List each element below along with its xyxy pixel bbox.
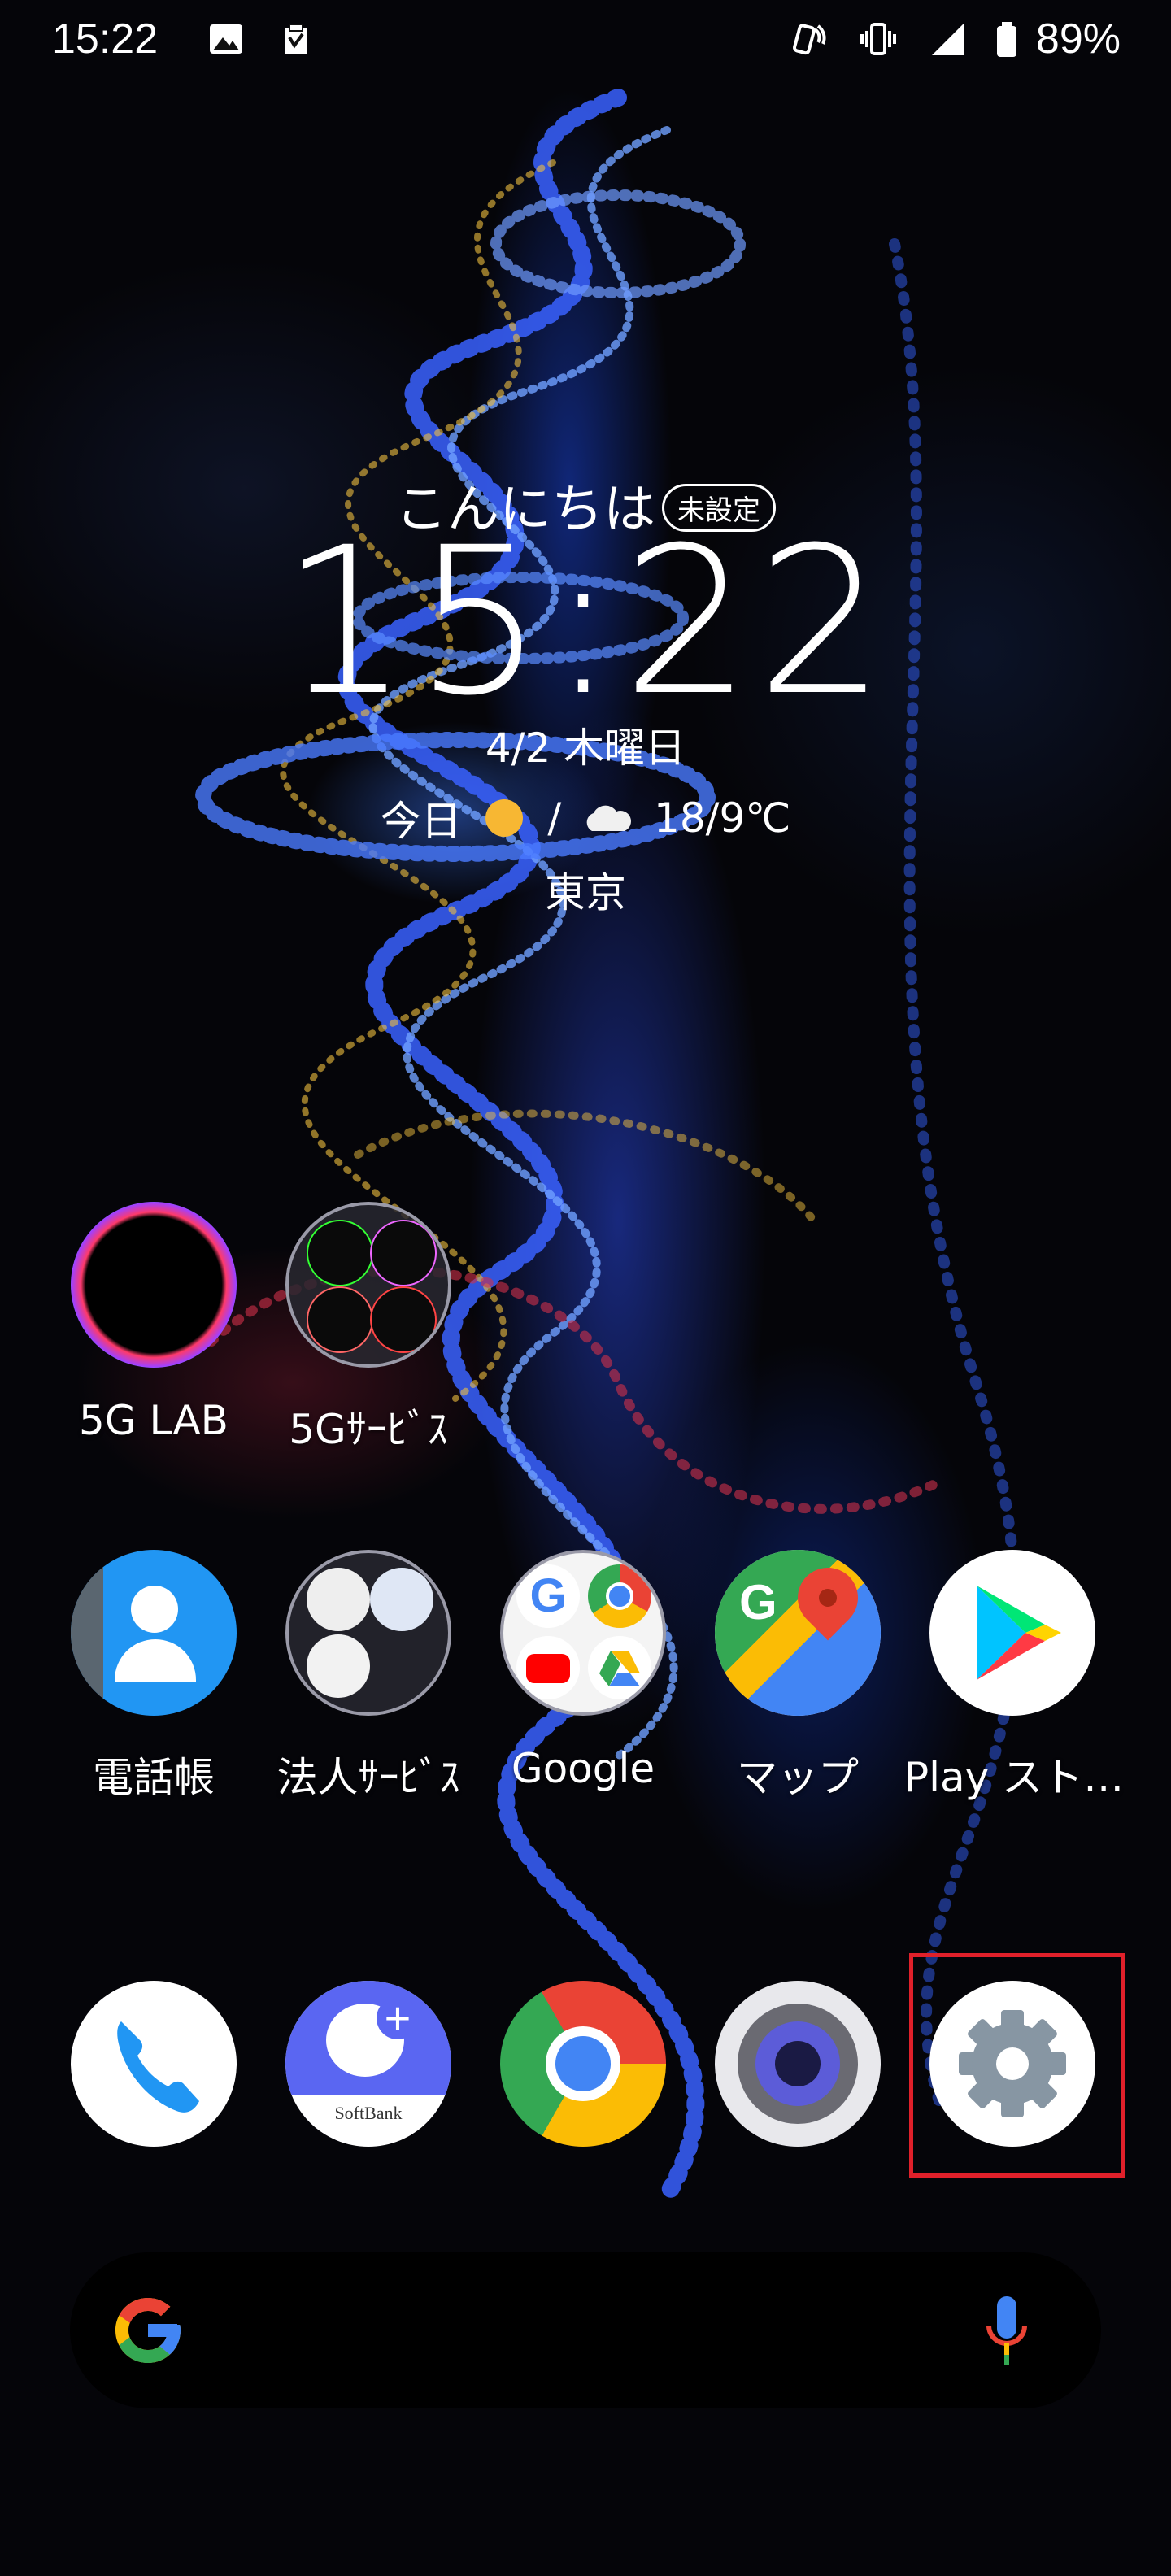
dance-icon [307, 1220, 373, 1286]
basketball-live-icon [370, 1286, 437, 1353]
drive-icon [588, 1636, 651, 1699]
clipboard-icon [285, 24, 307, 54]
nfc-icon [793, 24, 826, 55]
contacts-icon [71, 1550, 237, 1716]
app-label: Google [511, 1745, 655, 1792]
youtube-icon [516, 1636, 580, 1699]
weather-prefix: 今日 [380, 798, 462, 845]
sun-icon [485, 799, 524, 837]
temperature: 18/9℃ [654, 794, 791, 842]
documents-icon [307, 1568, 370, 1631]
softbank-caption: SoftBank [334, 2103, 403, 2123]
spark-icon [307, 1286, 373, 1353]
google-app-icon: G [516, 1564, 580, 1628]
battery-percent: 89% [1035, 15, 1121, 63]
cloud-icon [586, 805, 632, 831]
chrome-icon [500, 1981, 666, 2147]
microphone-icon[interactable] [982, 2293, 1031, 2368]
clock-date[interactable]: 4/2 木曜日 [0, 716, 1171, 774]
folder-business-services[interactable]: 法人ｻｰﾋﾞｽ [260, 1550, 477, 1804]
corporate-lock-icon [370, 1568, 433, 1631]
app-label: マップ [737, 1754, 859, 1801]
app-softbank-message-plus[interactable]: + SoftBank [260, 1981, 477, 2147]
vr-headset-icon [370, 1220, 437, 1286]
app-label: 電話帳 [93, 1754, 215, 1801]
business-services-folder-icon [285, 1550, 451, 1716]
status-time: 15:22 [52, 15, 159, 63]
app-label: 5Gｻｰﾋﾞｽ [289, 1406, 448, 1453]
highlight-box [909, 1953, 1125, 2178]
app-maps[interactable]: G マップ [690, 1550, 906, 1804]
desk-icon [307, 1634, 370, 1698]
5g-services-folder-icon [285, 1202, 451, 1368]
phone-icon [71, 1981, 237, 2147]
google-g-icon [115, 2298, 181, 2363]
weather-row[interactable]: 今日 / 18/9℃ [0, 789, 1171, 847]
app-label: 5G LAB [79, 1397, 229, 1444]
chrome-mini-icon [588, 1564, 651, 1628]
softbank-message-plus-icon: + SoftBank [285, 1981, 451, 2147]
app-chrome[interactable] [475, 1981, 691, 2147]
app-play-store[interactable]: Play スト… [904, 1550, 1125, 1804]
weather-location[interactable]: 東京 [0, 860, 1171, 919]
app-5g-lab[interactable]: 5G LAB [46, 1202, 262, 1444]
camera-icon [715, 1981, 881, 2147]
app-camera[interactable] [690, 1981, 906, 2147]
app-phone[interactable] [46, 1981, 262, 2147]
google-search-bar[interactable] [70, 2252, 1101, 2408]
folder-google[interactable]: G Google [475, 1550, 691, 1792]
app-label: Play スト… [904, 1754, 1125, 1801]
status-bar: 15:22 89% [0, 0, 1171, 81]
5g-lab-ring-icon [71, 1202, 237, 1368]
weather-separator: / [547, 794, 562, 842]
app-label: 法人ｻｰﾋﾞｽ [276, 1754, 460, 1801]
play-store-icon [929, 1550, 1095, 1716]
signal-icon [932, 23, 964, 55]
google-folder-icon: G [500, 1550, 666, 1716]
vibrate-icon [860, 23, 896, 55]
battery-icon [997, 22, 1016, 57]
clock-time[interactable]: 15:22 [0, 520, 1171, 724]
folder-5g-services[interactable]: 5Gｻｰﾋﾞｽ [260, 1202, 477, 1456]
image-icon [210, 24, 242, 54]
maps-icon: G [715, 1550, 881, 1716]
app-contacts[interactable]: 電話帳 [46, 1550, 262, 1804]
